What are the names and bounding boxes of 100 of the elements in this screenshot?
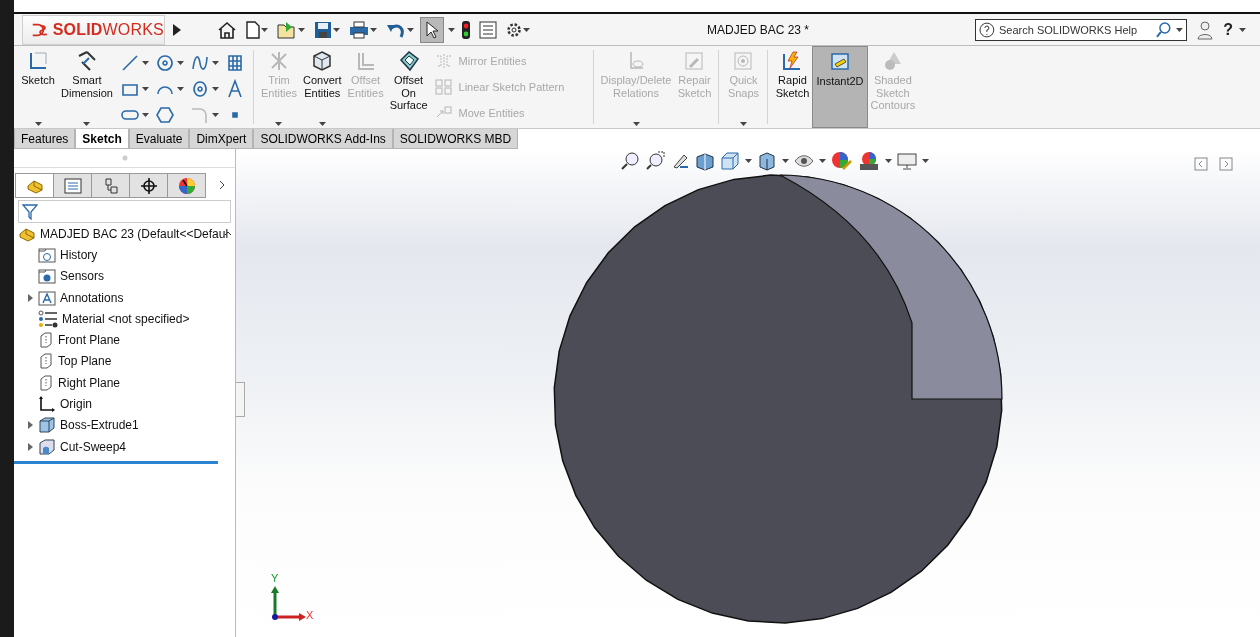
caret-icon[interactable]	[523, 27, 530, 32]
panel-tab[interactable]	[129, 173, 168, 198]
filter-field[interactable]	[18, 200, 231, 223]
trim-icon	[268, 50, 290, 72]
caret-icon[interactable]	[211, 87, 219, 91]
tree-item[interactable]: Right Plane	[58, 375, 121, 390]
caret-icon[interactable]	[1176, 27, 1184, 32]
ribbon-button[interactable]: Convert Entities	[300, 46, 345, 128]
command-tab[interactable]: SOLIDWORKS MBD	[392, 129, 519, 149]
caret-icon[interactable]	[261, 27, 268, 32]
command-tab[interactable]: DimXpert	[189, 129, 254, 149]
caret-icon[interactable]	[141, 87, 149, 91]
snap-icon	[732, 50, 755, 72]
panel-collapse-handle[interactable]	[236, 382, 245, 417]
y-axis-label: Y	[271, 572, 279, 584]
app-logo[interactable]: SOLIDWORKS	[22, 14, 165, 45]
cut-sweep-icon	[38, 438, 56, 455]
chevron-right-icon[interactable]	[217, 179, 227, 191]
caret-icon[interactable]	[885, 159, 892, 163]
crosshair-icon	[140, 177, 157, 194]
expand-arrow-icon[interactable]	[173, 23, 181, 36]
caret-icon[interactable]	[211, 113, 219, 117]
ribbon-button[interactable]: Rapid Sketch	[772, 46, 813, 128]
grip-icon[interactable]	[121, 155, 128, 161]
caret-icon[interactable]	[34, 122, 42, 126]
select-cursor-icon[interactable]	[423, 19, 441, 40]
caret-icon[interactable]	[922, 159, 929, 163]
spline-tool-icon[interactable]	[189, 53, 210, 73]
tree-item[interactable]: Material <not specified>	[62, 311, 190, 326]
caret-icon[interactable]	[448, 27, 455, 32]
tree-item[interactable]: History	[60, 247, 98, 262]
tree-root-label[interactable]: MADJED BAC 23 (Default<<Defaul	[40, 226, 229, 241]
material-icon	[38, 309, 58, 328]
scene-icon[interactable]	[858, 151, 880, 171]
pane-right-icon[interactable]	[1219, 157, 1233, 171]
caret-icon[interactable]	[782, 159, 789, 163]
caret-icon[interactable]	[333, 27, 340, 32]
tree-item[interactable]: Sensors	[60, 269, 105, 284]
history-folder-icon	[38, 246, 56, 263]
expander-icon[interactable]	[27, 442, 33, 451]
wrench-icon	[683, 50, 706, 72]
help-search-field[interactable]: Search SOLIDWORKS Help	[998, 23, 1151, 36]
command-tab[interactable]: Evaluate	[128, 129, 190, 149]
options-list-icon[interactable]	[479, 19, 497, 40]
sensor-folder-icon	[38, 268, 56, 285]
settings-icon[interactable]	[505, 20, 523, 39]
document-title: MADJED BAC 23 *	[707, 22, 810, 37]
help-search-box[interactable]: Search SOLIDWORKS Help	[975, 18, 1188, 41]
caret-icon[interactable]	[1239, 27, 1246, 32]
save-icon[interactable]	[313, 19, 333, 40]
surface-icon	[397, 50, 420, 72]
caret-icon[interactable]	[819, 159, 826, 163]
tree-item[interactable]: Front Plane	[58, 333, 121, 348]
print-icon[interactable]	[348, 19, 370, 40]
user-icon[interactable]	[1197, 19, 1214, 40]
caret-icon[interactable]	[141, 61, 149, 65]
ribbon-button[interactable]: Instant2D	[812, 46, 868, 128]
caret-icon[interactable]	[370, 27, 377, 32]
command-tab[interactable]: SOLIDWORKS Add-Ins	[253, 129, 393, 149]
monitor-icon[interactable]	[897, 151, 917, 171]
circle-tool-icon[interactable]	[154, 53, 175, 73]
plane-icon	[38, 332, 54, 349]
command-tab[interactable]: Sketch	[75, 129, 129, 149]
x-axis-label: X	[306, 609, 314, 621]
tree-item[interactable]: Boss-Extrude1	[60, 418, 139, 433]
ribbon-button[interactable]: Smart Dimension	[58, 46, 116, 128]
tree-item[interactable]: Top Plane	[58, 354, 112, 369]
tree-item[interactable]: Annotations	[60, 290, 124, 305]
view-orientation-icon[interactable]	[720, 151, 740, 171]
pane-left-icon[interactable]	[1194, 157, 1208, 171]
search-icon[interactable]	[1154, 20, 1173, 39]
zoom-area-icon[interactable]	[645, 151, 665, 171]
caret-icon[interactable]	[211, 61, 219, 65]
help-circle-icon	[979, 21, 995, 38]
caret-icon[interactable]	[83, 122, 91, 126]
caret-icon[interactable]	[318, 122, 326, 126]
expander-icon[interactable]	[27, 421, 33, 430]
axis-triad-drawing	[271, 585, 307, 621]
appearance-icon[interactable]	[831, 151, 853, 171]
traffic-light-icon[interactable]	[461, 19, 471, 40]
ribbon-button[interactable]: Offset On Surface	[386, 46, 431, 128]
caret-icon[interactable]	[298, 27, 305, 32]
section-view-icon[interactable]	[695, 151, 715, 171]
caret-icon[interactable]	[176, 87, 184, 91]
caret-icon[interactable]	[176, 61, 184, 65]
caret-icon[interactable]	[141, 113, 149, 117]
caret-icon[interactable]	[745, 159, 752, 163]
zoom-fit-icon[interactable]	[620, 151, 640, 171]
ribbon-button[interactable]: Sketch	[18, 46, 58, 128]
command-tab[interactable]: Features	[14, 129, 76, 149]
help-menu[interactable]: ?	[1223, 20, 1233, 39]
plane-icon	[38, 353, 54, 370]
display-style-icon[interactable]	[757, 151, 777, 171]
tree-item[interactable]: Cut-Sweep4	[60, 439, 127, 454]
tree-item[interactable]: Origin	[60, 397, 92, 411]
new-document-icon[interactable]	[245, 19, 261, 40]
caret-icon[interactable]	[407, 27, 414, 32]
polygon-tool-icon[interactable]	[154, 105, 175, 125]
expander-icon[interactable]	[27, 293, 33, 302]
home-icon[interactable]	[217, 19, 237, 40]
